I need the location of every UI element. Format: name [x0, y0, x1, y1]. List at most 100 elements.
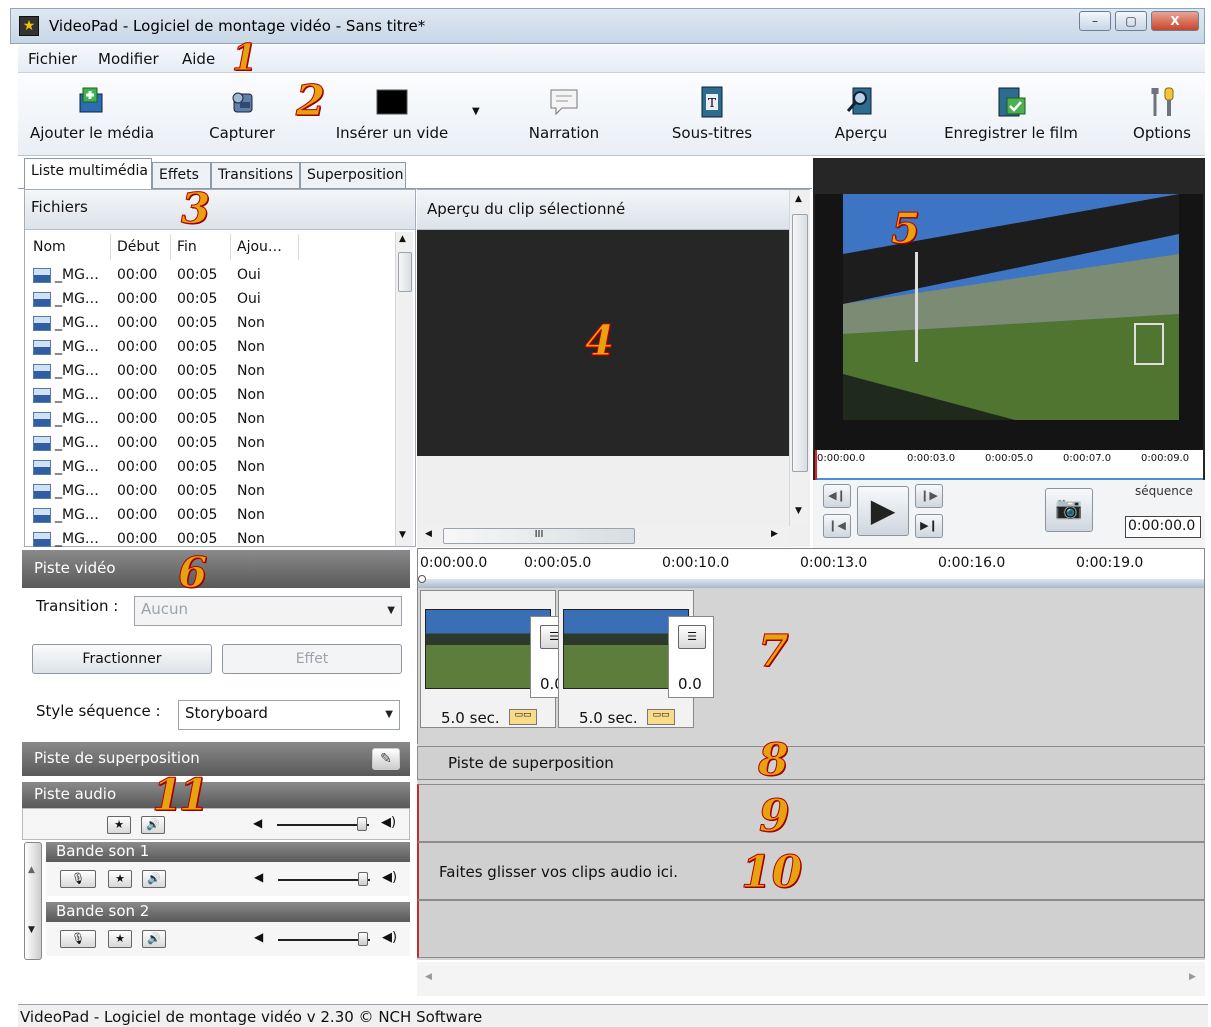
- file-name: _MG…: [55, 459, 99, 475]
- video-track-area[interactable]: 5.0 sec. ▭▭ ☰ 0.0 5.0 sec. ▭▭ ☰ 0.0 7: [417, 588, 1205, 744]
- column-header-added[interactable]: Ajou…: [231, 234, 299, 260]
- preview-button[interactable]: Aperçu: [818, 74, 904, 154]
- speaker-mute-icon[interactable]: 🔊: [142, 870, 166, 888]
- microphone-record-icon[interactable]: 🎙: [60, 930, 96, 948]
- audio-volume-slider[interactable]: [277, 824, 369, 826]
- band-1-volume-knob[interactable]: [358, 872, 368, 886]
- title-bar: ★ VideoPad - Logiciel de montage vidéo -…: [10, 8, 1205, 44]
- scroll-up-arrow-icon[interactable]: ▲: [28, 865, 35, 875]
- timeline-playhead[interactable]: [418, 575, 426, 583]
- step-forward-button[interactable]: ❙▶: [915, 484, 943, 508]
- player-screen[interactable]: [815, 194, 1203, 450]
- narration-button[interactable]: Narration: [518, 74, 610, 154]
- sound-band-2-area[interactable]: [417, 900, 1205, 958]
- subtitles-button[interactable]: T Sous-titres: [664, 74, 760, 154]
- band-1-volume-slider[interactable]: [278, 879, 370, 881]
- insert-blank-button[interactable]: Insérer un vide: [332, 74, 452, 154]
- scroll-down-arrow-icon[interactable]: ▼: [28, 925, 35, 935]
- menu-fichier[interactable]: Fichier: [28, 50, 77, 68]
- star-effect-icon[interactable]: ★: [107, 816, 131, 834]
- save-movie-button[interactable]: Enregistrer le film: [936, 74, 1086, 154]
- files-scrollbar[interactable]: ▲ ▼: [395, 232, 413, 546]
- scroll-down-arrow-icon[interactable]: ▼: [795, 506, 802, 516]
- capture-button[interactable]: Capturer: [196, 74, 288, 154]
- scroll-right-arrow-icon[interactable]: ▶: [1189, 972, 1196, 982]
- split-button[interactable]: Fractionner: [32, 644, 212, 674]
- clip-preview-hscroll-thumb[interactable]: III: [443, 528, 635, 544]
- sound-band-1-area[interactable]: Faites glisser vos clips audio ici. 10: [417, 842, 1205, 900]
- go-start-button[interactable]: ❙◀: [823, 514, 851, 538]
- minimize-button[interactable]: –: [1079, 11, 1111, 31]
- timeline-ruler[interactable]: 0:00:00.0 0:00:05.0 0:00:10.0 0:00:13.0 …: [417, 548, 1205, 588]
- file-row[interactable]: _MG… 00:00 00:05 Non: [29, 360, 299, 384]
- add-media-button[interactable]: Ajouter le média: [18, 74, 166, 154]
- star-effect-icon[interactable]: ★: [108, 930, 132, 948]
- scroll-up-arrow-icon[interactable]: ▲: [399, 234, 406, 244]
- player-ruler[interactable]: 0:00:00.0 0:00:03.0 0:00:05.0 0:00:07.0 …: [815, 450, 1203, 480]
- close-button[interactable]: X: [1151, 11, 1199, 31]
- add-media-icon: [79, 87, 103, 113]
- timeline-hscroll[interactable]: ◀ ▶: [417, 962, 1205, 996]
- file-row[interactable]: _MG… 00:00 00:05 Non: [29, 408, 299, 432]
- volume-high-icon: ◀): [382, 870, 398, 885]
- scroll-up-arrow-icon[interactable]: ▲: [795, 194, 802, 204]
- scroll-right-arrow-icon[interactable]: ▶: [771, 529, 778, 539]
- star-effect-icon[interactable]: ★: [108, 870, 132, 888]
- file-added: Oui: [237, 291, 261, 307]
- edit-pencil-icon[interactable]: ✎: [372, 748, 400, 770]
- column-header-start[interactable]: Début: [111, 234, 171, 260]
- clip-preview-vscroll-thumb[interactable]: [792, 214, 808, 472]
- file-row[interactable]: _MG… 00:00 00:05 Non: [29, 336, 299, 360]
- menu-modifier[interactable]: Modifier: [98, 50, 159, 68]
- tab-media-list[interactable]: Liste multimédia: [24, 158, 152, 189]
- file-row[interactable]: _MG… 00:00 00:05 Non: [29, 480, 299, 504]
- file-row[interactable]: _MG… 00:00 00:05 Non: [29, 504, 299, 528]
- tab-transitions[interactable]: Transitions: [211, 162, 300, 188]
- file-row[interactable]: _MG… 00:00 00:05 Non: [29, 528, 299, 552]
- scroll-left-arrow-icon[interactable]: ◀: [425, 529, 432, 539]
- tab-overlay[interactable]: Superposition: [300, 162, 406, 188]
- transition-marker[interactable]: ☰ 0.0: [668, 616, 714, 698]
- clip-preview-hscroll[interactable]: ◀ III ▶: [417, 526, 789, 546]
- player-time-display: 0:00:00.0: [1125, 516, 1201, 538]
- file-row[interactable]: _MG… 00:00 00:05 Non: [29, 432, 299, 456]
- file-added: Non: [237, 339, 265, 355]
- insert-blank-dropdown-icon[interactable]: ▼: [472, 106, 480, 117]
- file-row[interactable]: _MG… 00:00 00:05 Oui: [29, 288, 299, 312]
- play-button[interactable]: ▶: [857, 486, 909, 536]
- band-2-volume-knob[interactable]: [358, 932, 368, 946]
- files-scroll-thumb[interactable]: [398, 252, 412, 292]
- go-end-button[interactable]: ▶❙: [915, 514, 943, 538]
- player-ruler-label: 0:00:03.0: [907, 453, 956, 464]
- options-button[interactable]: Options: [1122, 74, 1202, 154]
- player-mode-label[interactable]: séquence: [1135, 484, 1193, 498]
- snapshot-camera-icon[interactable]: 📷: [1045, 488, 1093, 532]
- timeline-scroll-strip[interactable]: [418, 579, 1204, 588]
- menu-aide[interactable]: Aide: [182, 50, 215, 68]
- transition-select[interactable]: Aucun ▼: [134, 596, 402, 626]
- audio-track-area[interactable]: 9: [417, 784, 1205, 843]
- microphone-record-icon[interactable]: 🎙: [60, 870, 96, 888]
- scroll-down-arrow-icon[interactable]: ▼: [399, 530, 406, 540]
- transition-list-icon[interactable]: ☰: [678, 625, 706, 649]
- band-2-volume-slider[interactable]: [278, 939, 370, 941]
- overlay-track-area[interactable]: Piste de superposition 8: [417, 735, 1205, 787]
- file-row[interactable]: _MG… 00:00 00:05 Non: [29, 384, 299, 408]
- file-row[interactable]: _MG… 00:00 00:05 Non: [29, 456, 299, 480]
- speaker-mute-icon[interactable]: 🔊: [142, 930, 166, 948]
- film-strip-icon[interactable]: ▭▭: [509, 709, 537, 725]
- sequence-style-select[interactable]: Storyboard ▼: [178, 700, 400, 730]
- film-strip-icon[interactable]: ▭▭: [647, 709, 675, 725]
- column-header-end[interactable]: Fin: [171, 234, 231, 260]
- file-row[interactable]: _MG… 00:00 00:05 Oui: [29, 264, 299, 288]
- video-file-icon: [33, 460, 51, 475]
- effect-button[interactable]: Effet: [222, 644, 402, 674]
- step-back-button[interactable]: ◀❙: [823, 484, 851, 508]
- maximize-button[interactable]: ▢: [1115, 11, 1147, 31]
- audio-volume-knob[interactable]: [357, 817, 367, 831]
- bands-scrollbar[interactable]: ▲ ▼: [24, 842, 42, 960]
- scroll-left-arrow-icon[interactable]: ◀: [425, 972, 432, 982]
- file-row[interactable]: _MG… 00:00 00:05 Non: [29, 312, 299, 336]
- column-header-name[interactable]: Nom: [27, 234, 111, 260]
- clip-preview-vscroll[interactable]: ▲ ▼: [789, 190, 809, 526]
